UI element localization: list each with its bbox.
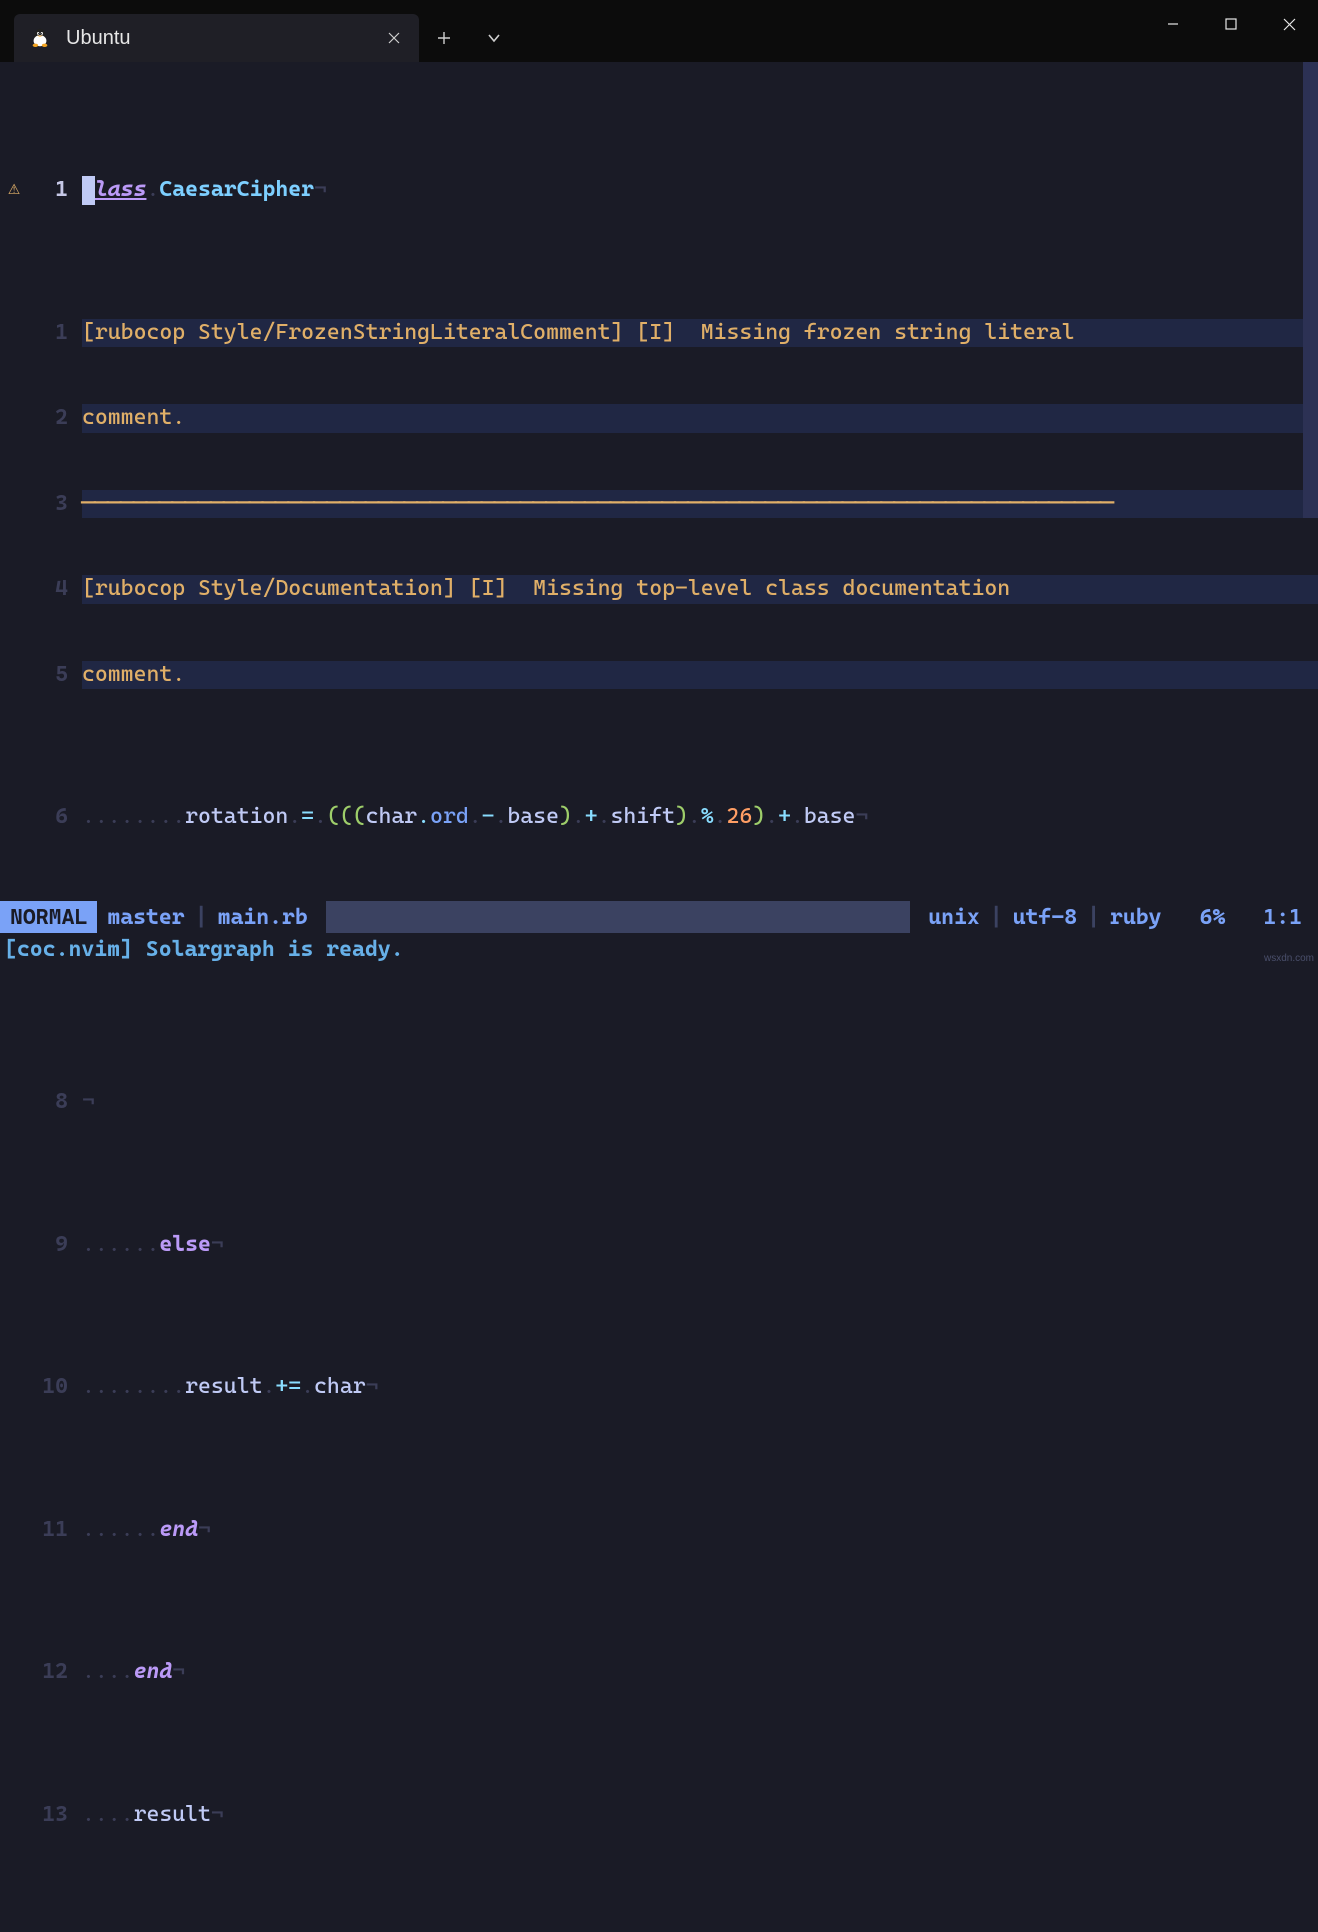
window-close-button[interactable] [1260, 0, 1318, 48]
lint-message: [rubocop Style/Documentation] [I] Missin… [82, 575, 1318, 604]
file-type: ruby [1100, 905, 1172, 930]
minimize-button[interactable] [1144, 0, 1202, 48]
cursor [82, 176, 95, 205]
watermark: wsxdn.com [1264, 953, 1314, 964]
maximize-button[interactable] [1202, 0, 1260, 48]
scroll-percent: 6% [1172, 905, 1236, 930]
code-line: ⚠ 1 class.CaesarCipher¬ [0, 176, 1318, 205]
file-encoding: utf-8 [1003, 905, 1087, 930]
statusline: NORMAL master | main.rb unix | utf-8 | r… [0, 901, 1318, 933]
vim-mode: NORMAL [0, 901, 97, 933]
window-controls [1144, 0, 1318, 62]
cursor-position: 1:1 [1235, 905, 1318, 930]
editor-viewport[interactable]: ⚠ 1 class.CaesarCipher¬ 1 [rubocop Style/… [0, 62, 1318, 901]
file-name: main.rb [208, 905, 318, 930]
tab-close-button[interactable] [375, 19, 413, 57]
lint-message: [rubocop Style/FrozenStringLiteralCommen… [82, 319, 1318, 348]
new-tab-button[interactable] [419, 14, 469, 62]
lint-separator: ────────────────────────────────────────… [82, 490, 1318, 519]
file-format: unix [918, 905, 990, 930]
message-line: [coc.nvim] Solargraph is ready. [0, 933, 1318, 966]
warning-sign-icon: ⚠ [0, 176, 28, 205]
titlebar: Ubuntu [0, 0, 1318, 62]
terminal-tab-ubuntu[interactable]: Ubuntu [14, 14, 419, 62]
tux-icon [28, 26, 52, 50]
scrollbar[interactable] [1303, 62, 1318, 518]
git-branch: master [97, 905, 194, 930]
tab-dropdown-button[interactable] [469, 14, 519, 62]
line-number: 1 [28, 176, 82, 205]
tab-label: Ubuntu [66, 27, 375, 50]
